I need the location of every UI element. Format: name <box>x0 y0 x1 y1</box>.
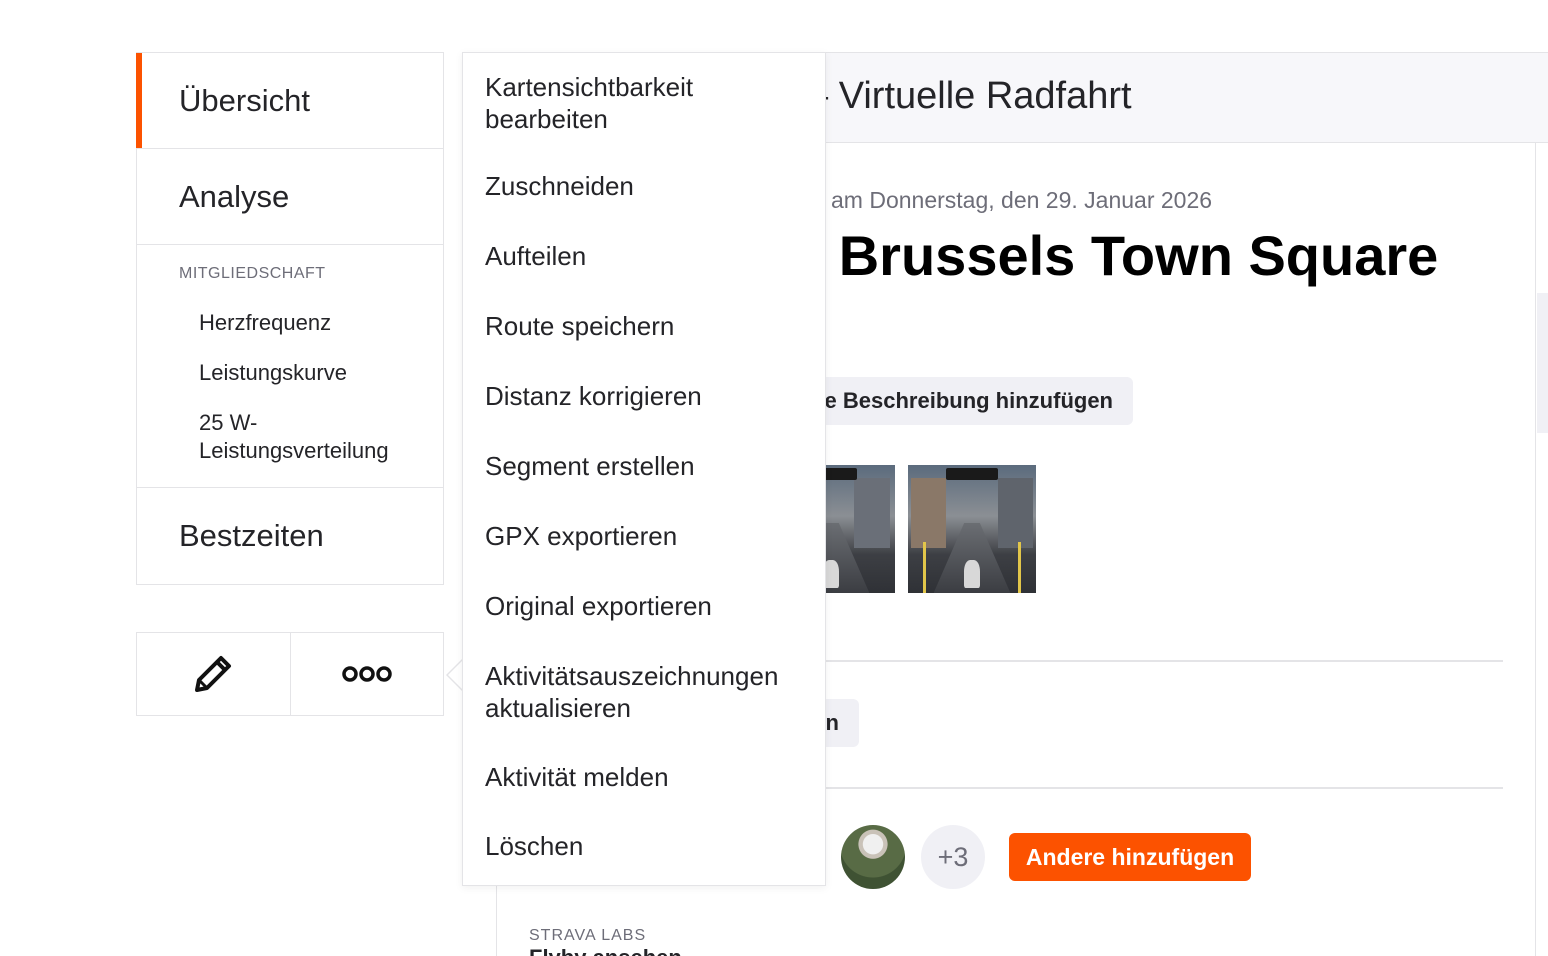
menu-item-export-gpx[interactable]: GPX exportieren <box>485 520 815 552</box>
nav-group-title: MITGLIEDSCHAFT <box>179 265 326 282</box>
menu-item-split[interactable]: Aufteilen <box>485 240 815 272</box>
activity-action-bar <box>136 632 444 716</box>
add-others-button[interactable]: Andere hinzufügen <box>1009 833 1251 881</box>
nav-item-bestzeiten[interactable]: Bestzeiten <box>137 488 443 584</box>
menu-item-save-route[interactable]: Route speichern <box>485 310 815 342</box>
menu-item-refresh-achievements[interactable]: Aktivitätsauszeichnungen aktualisieren <box>485 660 815 724</box>
menu-item-export-original[interactable]: Original exportieren <box>485 590 815 622</box>
activity-header-title: – Virtuelle Radfahrt <box>807 75 1132 117</box>
panel-divider <box>1535 143 1536 956</box>
menu-item-correct-distance[interactable]: Distanz korrigieren <box>485 380 815 412</box>
side-panel-edge <box>1537 293 1548 433</box>
nav-item-analyse[interactable]: Analyse <box>137 149 443 245</box>
menu-item-delete[interactable]: Löschen <box>485 830 815 862</box>
flyby-link[interactable]: Flyby ansehen <box>529 945 682 956</box>
activity-sidebar-nav: Übersicht Analyse MITGLIEDSCHAFT Herzfre… <box>136 52 444 585</box>
nav-sub-herzfrequenz[interactable]: Herzfrequenz <box>179 309 443 337</box>
nav-sub-leistungskurve[interactable]: Leistungskurve <box>179 359 443 387</box>
nav-group-membership: MITGLIEDSCHAFT Herzfrequenz Leistungskur… <box>137 245 443 488</box>
menu-caret <box>446 658 463 692</box>
menu-item-crop[interactable]: Zuschneiden <box>485 170 815 202</box>
nav-item-uebersicht[interactable]: Übersicht <box>136 53 443 149</box>
menu-item-edit-map-visibility[interactable]: Kartensichtbarkeit bearbeiten <box>485 71 815 135</box>
more-actions-button[interactable] <box>289 633 444 715</box>
menu-item-create-segment[interactable]: Segment erstellen <box>485 450 815 482</box>
more-horizontal-icon <box>342 666 392 682</box>
activity-date: am Donnerstag, den 29. Januar 2026 <box>831 187 1213 213</box>
more-actions-menu: Kartensichtbarkeit bearbeiten Zuschneide… <box>462 52 826 886</box>
nav-sub-leistungsverteilung[interactable]: 25 W-Leistungsverteilung <box>179 409 409 465</box>
strava-labs-title: STRAVA LABS <box>529 927 647 944</box>
athlete-avatar[interactable] <box>841 825 905 889</box>
activity-photo-2[interactable] <box>908 465 1036 593</box>
pencil-icon <box>195 656 232 692</box>
more-athletes-badge[interactable]: +3 <box>921 825 985 889</box>
edit-activity-button[interactable] <box>137 633 290 715</box>
menu-item-report-activity[interactable]: Aktivität melden <box>485 761 815 793</box>
